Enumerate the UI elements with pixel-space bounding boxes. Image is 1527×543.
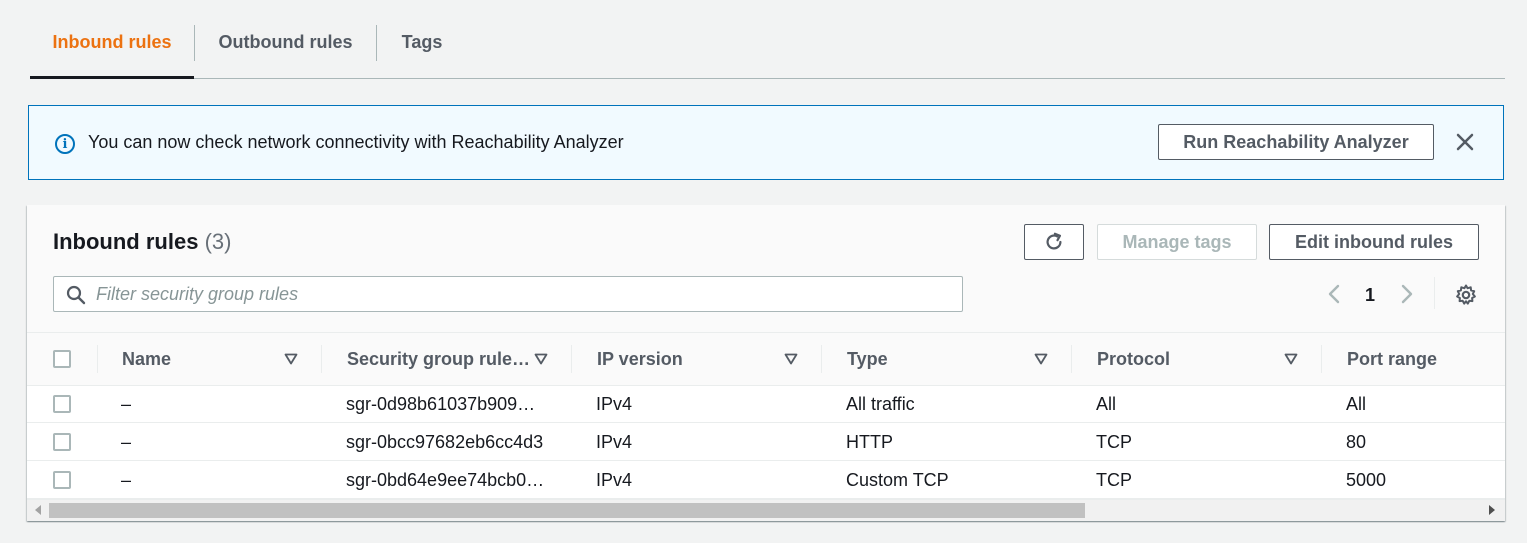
sort-icon[interactable] <box>1034 352 1048 366</box>
panel-title: Inbound rules (3) <box>53 229 231 255</box>
row-checkbox[interactable] <box>53 471 71 489</box>
run-reachability-analyzer-button[interactable]: Run Reachability Analyzer <box>1158 124 1434 160</box>
cell-type: Custom TCP <box>846 470 949 490</box>
edit-inbound-rules-button[interactable]: Edit inbound rules <box>1269 224 1479 260</box>
cell-protocol: TCP <box>1096 470 1132 490</box>
scroll-left-arrow-icon[interactable] <box>35 505 41 515</box>
column-header-rule-id[interactable]: Security group rule… <box>347 333 530 385</box>
close-icon[interactable] <box>1453 130 1477 154</box>
tab-outbound-rules[interactable]: Outbound rules <box>195 24 376 79</box>
cell-port-range: 5000 <box>1346 470 1387 490</box>
cell-name: – <box>121 394 132 414</box>
scroll-right-arrow-icon[interactable] <box>1489 505 1495 515</box>
column-divider <box>821 345 822 373</box>
search-icon <box>66 285 86 305</box>
column-divider <box>571 345 572 373</box>
rule-count: (3) <box>204 229 232 254</box>
info-icon: i <box>55 134 75 154</box>
sort-icon[interactable] <box>284 352 298 366</box>
column-header-ip-version[interactable]: IP version <box>597 333 683 385</box>
chevron-right-icon[interactable] <box>1397 283 1417 305</box>
cell-type: HTTP <box>846 432 893 452</box>
cell-type: All traffic <box>846 394 915 414</box>
cell-name: – <box>121 470 132 490</box>
select-all-checkbox[interactable] <box>53 350 71 368</box>
row-checkbox[interactable] <box>53 433 71 451</box>
tab-tags[interactable]: Tags <box>377 24 467 79</box>
filter-search-input[interactable] <box>96 277 956 311</box>
table-row[interactable]: – sgr-0d98b61037b909… IPv4 All traffic A… <box>27 386 1505 423</box>
cell-protocol: All <box>1096 394 1117 414</box>
cell-ip-version: IPv4 <box>596 470 633 490</box>
filter-search-box <box>53 276 963 312</box>
table-row[interactable]: – sgr-0bcc97682eb6cc4d3 IPv4 HTTP TCP 80 <box>27 424 1505 461</box>
tab-inbound-rules[interactable]: Inbound rules <box>30 24 194 79</box>
cell-ip-version: IPv4 <box>596 394 633 414</box>
gear-icon[interactable] <box>1454 283 1478 307</box>
cell-ip-version: IPv4 <box>596 432 633 452</box>
info-banner: i You can now check network connectivity… <box>28 105 1504 180</box>
horizontal-scrollbar[interactable] <box>27 499 1505 521</box>
cell-name: – <box>121 432 132 452</box>
inbound-rules-panel: Inbound rules (3) Manage tags Edit inbou… <box>27 205 1505 521</box>
tab-bar: Inbound rules Outbound rules Tags <box>30 0 1505 79</box>
cell-port-range: 80 <box>1346 432 1367 452</box>
row-checkbox[interactable] <box>53 395 71 413</box>
refresh-button[interactable] <box>1024 224 1084 260</box>
sort-icon[interactable] <box>1284 352 1298 366</box>
sort-icon[interactable] <box>784 352 798 366</box>
manage-tags-button[interactable]: Manage tags <box>1097 224 1257 260</box>
scrollbar-thumb[interactable] <box>49 503 1085 518</box>
column-divider <box>1071 345 1072 373</box>
panel-header: Inbound rules (3) Manage tags Edit inbou… <box>27 205 1505 332</box>
cell-rule-id: sgr-0d98b61037b909… <box>346 394 536 414</box>
table-header: Name Security group rule… IP version Typ… <box>27 332 1505 386</box>
table-row[interactable]: – sgr-0bd64e9ee74bcb0… IPv4 Custom TCP T… <box>27 462 1505 499</box>
column-header-type[interactable]: Type <box>847 333 888 385</box>
column-divider <box>1321 345 1322 373</box>
chevron-left-icon[interactable] <box>1324 283 1344 305</box>
cell-rule-id: sgr-0bd64e9ee74bcb0… <box>346 470 545 490</box>
sort-icon[interactable] <box>534 352 548 366</box>
refresh-icon <box>1046 232 1062 250</box>
panel-title-text: Inbound rules <box>53 229 199 254</box>
cell-protocol: TCP <box>1096 432 1132 452</box>
pager-divider <box>1434 277 1435 309</box>
column-header-port-range[interactable]: Port range <box>1347 333 1437 385</box>
current-page-number[interactable]: 1 <box>1365 285 1375 306</box>
cell-rule-id: sgr-0bcc97682eb6cc4d3 <box>346 432 544 452</box>
column-divider <box>321 345 322 373</box>
column-header-name[interactable]: Name <box>122 333 171 385</box>
banner-message: You can now check network connectivity w… <box>88 132 624 152</box>
cell-port-range: All <box>1346 394 1367 414</box>
column-divider <box>97 345 98 373</box>
column-header-protocol[interactable]: Protocol <box>1097 333 1170 385</box>
